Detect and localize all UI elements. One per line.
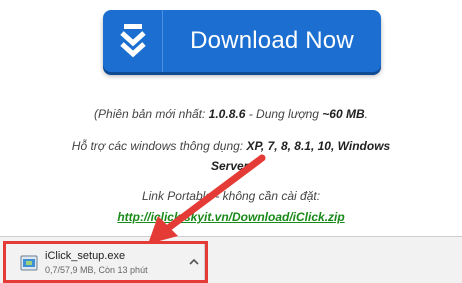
- support-line: Hỗ trợ các windows thông dụng: XP, 7, 8,…: [71, 139, 391, 153]
- highlight-box: [3, 241, 208, 283]
- download-now-button[interactable]: Download Now: [103, 10, 381, 72]
- portable-label: Link Portable - không cần cài đặt:: [141, 189, 321, 203]
- portable-link[interactable]: http://iclick.skyit.vn/Download/iClick.z…: [0, 210, 462, 224]
- size-value: ~60 MB: [322, 107, 365, 121]
- support-list: XP, 7, 8, 8.1, 10, Windows: [246, 139, 391, 153]
- version-line: (Phiên bản mới nhất: 1.0.8.6 - Dung lượn…: [94, 107, 368, 121]
- support-line-cont: Server.: [210, 159, 252, 173]
- double-chevron-down-icon: [103, 10, 163, 72]
- version-value: 1.0.8.6: [208, 107, 246, 121]
- web-page-content: Download Now (Phiên bản mới nhất: 1.0.8.…: [0, 0, 462, 236]
- download-now-label: Download Now: [190, 27, 354, 54]
